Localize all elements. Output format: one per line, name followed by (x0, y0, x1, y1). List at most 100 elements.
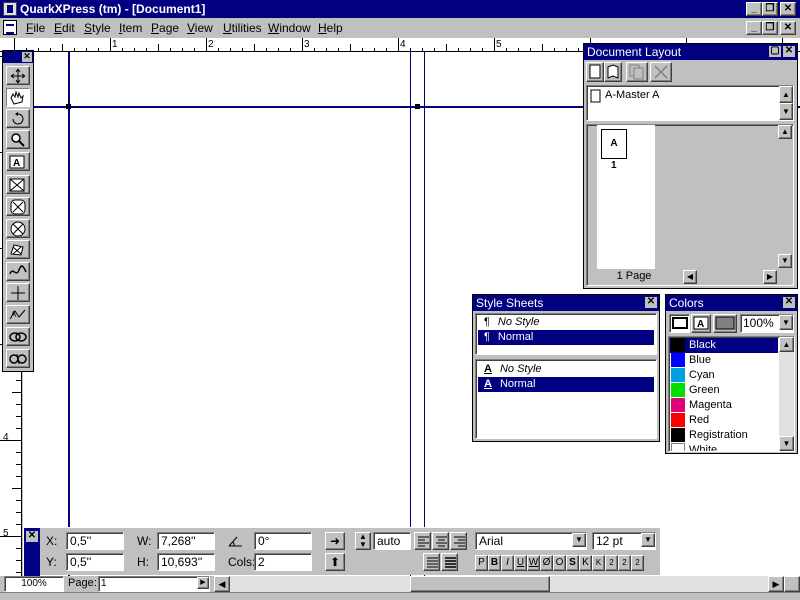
paragraph-styles-list[interactable]: ¶ No Style ¶ Normal (475, 313, 657, 355)
doc-restore-button[interactable]: ❐ (762, 21, 778, 35)
box-handle[interactable] (66, 104, 71, 109)
colors-titlebar[interactable]: Colors ✕ (666, 295, 797, 311)
scroll-down-button[interactable]: ▼ (778, 254, 792, 268)
picture-box-tool[interactable] (6, 175, 30, 194)
unlinking-tool[interactable] (6, 349, 30, 368)
oval-picture-box-tool[interactable] (6, 197, 30, 216)
menu-style[interactable]: Style (84, 21, 111, 35)
scroll-up-button[interactable]: ▲ (779, 337, 794, 352)
small-caps-style-button[interactable]: K (592, 555, 605, 571)
document-pages-area[interactable]: A 1 1 Page ◀ ▶ ▲ ▼ (586, 124, 794, 286)
line-tool[interactable] (6, 262, 30, 281)
strikethrough-style-button[interactable]: Ø (540, 555, 553, 571)
shadow-style-button[interactable]: S (566, 555, 579, 571)
bold-style-button[interactable]: B (488, 555, 501, 571)
color-item-registration[interactable]: Registration (670, 428, 778, 443)
palette-close-button[interactable]: ✕ (645, 297, 657, 308)
font-select[interactable]: Arial ▼ (475, 532, 587, 550)
rotation-tool[interactable] (6, 109, 30, 128)
arrow-right-icon[interactable]: ➜ (325, 532, 345, 550)
bezier-picture-box-tool[interactable] (6, 240, 30, 259)
horizontal-scrollbar-thumb[interactable] (410, 576, 550, 592)
maximize-button[interactable]: ❐ (762, 2, 778, 16)
arrow-up-icon[interactable]: ⬆ (325, 553, 345, 571)
page-selector-arrow[interactable]: ▶ (197, 577, 209, 589)
palette-zoom-button[interactable]: ▢ (769, 46, 781, 57)
background-color-button[interactable] (713, 314, 737, 333)
scroll-left-button[interactable]: ◀ (214, 576, 230, 592)
outline-style-button[interactable]: O (553, 555, 566, 571)
y-position-field[interactable]: 0,5'' (66, 553, 124, 571)
single-sided-page-button[interactable] (586, 62, 604, 82)
list-item[interactable]: A Normal (478, 377, 654, 392)
text-box-tool[interactable]: A (6, 152, 30, 171)
scroll-up-button[interactable]: ▲ (779, 86, 793, 103)
duplicate-page-button[interactable] (626, 62, 648, 82)
frame-color-button[interactable] (669, 314, 690, 333)
palette-close-button[interactable]: ✕ (26, 531, 38, 542)
page-selector[interactable]: 1 ▶ (98, 576, 210, 592)
menu-edit[interactable]: Edit (54, 21, 75, 35)
force-justify-button[interactable] (441, 553, 458, 571)
linking-tool[interactable] (6, 327, 30, 346)
chevron-down-icon[interactable]: ▼ (641, 533, 655, 547)
colors-list[interactable]: Black Blue Cyan Green Magenta Red Registration… (668, 336, 795, 452)
color-item-cyan[interactable]: Cyan (670, 368, 778, 383)
minimize-button[interactable]: _ (746, 2, 762, 16)
delete-page-button[interactable] (650, 62, 672, 82)
circle-picture-box-tool[interactable] (6, 219, 30, 238)
leading-field[interactable]: auto (373, 532, 411, 550)
scrollbar-track[interactable] (779, 352, 794, 436)
style-sheets-titlebar[interactable]: Style Sheets ✕ (473, 295, 659, 311)
list-item[interactable]: ¶ Normal (478, 330, 654, 345)
justify-button[interactable] (423, 553, 440, 571)
scroll-right-button[interactable]: ▶ (763, 270, 777, 284)
height-field[interactable]: 10,693'' (157, 553, 215, 571)
menu-page[interactable]: Page (151, 21, 179, 35)
scroll-down-button[interactable]: ▼ (779, 103, 793, 120)
color-item-red[interactable]: Red (670, 413, 778, 428)
superscript-style-button[interactable]: 2 (605, 555, 618, 571)
color-item-blue[interactable]: Blue (670, 353, 778, 368)
color-item-magenta[interactable]: Magenta (670, 398, 778, 413)
scroll-left-button[interactable]: ◀ (683, 270, 697, 284)
quark-app-icon[interactable] (3, 2, 17, 16)
italic-style-button[interactable]: I (501, 555, 514, 571)
palette-close-button[interactable]: ✕ (783, 297, 795, 308)
character-styles-list[interactable]: A No Style A Normal (475, 359, 657, 439)
align-center-button[interactable] (432, 532, 449, 550)
x-position-field[interactable]: 0,5'' (66, 532, 124, 550)
chevron-down-icon[interactable]: ▼ (779, 315, 793, 330)
list-item[interactable]: ¶ No Style (478, 315, 654, 330)
word-underline-style-button[interactable]: W (527, 555, 540, 571)
superior-style-button[interactable]: 2 (631, 555, 644, 571)
color-item-white[interactable]: White (670, 443, 778, 451)
doc-minimize-button[interactable]: _ (746, 21, 762, 35)
text-path-tool[interactable]: A (6, 305, 30, 324)
shade-percent-select[interactable]: 100% ▼ (740, 314, 794, 333)
align-left-button[interactable] (414, 532, 431, 550)
scroll-right-button[interactable]: ▶ (768, 576, 784, 592)
chevron-down-icon[interactable]: ▼ (572, 533, 586, 547)
width-field[interactable]: 7,268'' (157, 532, 215, 550)
columns-field[interactable]: 2 (254, 553, 312, 571)
content-tool[interactable] (6, 88, 30, 107)
leading-stepper[interactable]: ▲ ▼ (355, 532, 371, 550)
text-color-button[interactable]: A (691, 314, 711, 333)
menu-window[interactable]: Window (268, 21, 311, 35)
close-button[interactable]: ✕ (780, 2, 796, 16)
orthogonal-line-tool[interactable] (6, 283, 30, 302)
subscript-style-button[interactable]: 2 (618, 555, 631, 571)
box-handle[interactable] (415, 104, 420, 109)
page-thumbnail[interactable]: A (601, 129, 627, 159)
align-right-button[interactable] (450, 532, 467, 550)
list-item[interactable]: A No Style (478, 362, 654, 377)
menu-utilities[interactable]: Utilities (223, 21, 262, 35)
horizontal-scrollbar-track[interactable] (230, 576, 768, 592)
document-layout-titlebar[interactable]: Document Layout ▢ ✕ (584, 44, 797, 60)
menu-view[interactable]: View (187, 21, 213, 35)
zoom-tool[interactable] (6, 130, 30, 149)
menu-help[interactable]: Help (318, 21, 343, 35)
menu-item[interactable]: Item (119, 21, 142, 35)
menu-file[interactable]: File (26, 21, 45, 35)
